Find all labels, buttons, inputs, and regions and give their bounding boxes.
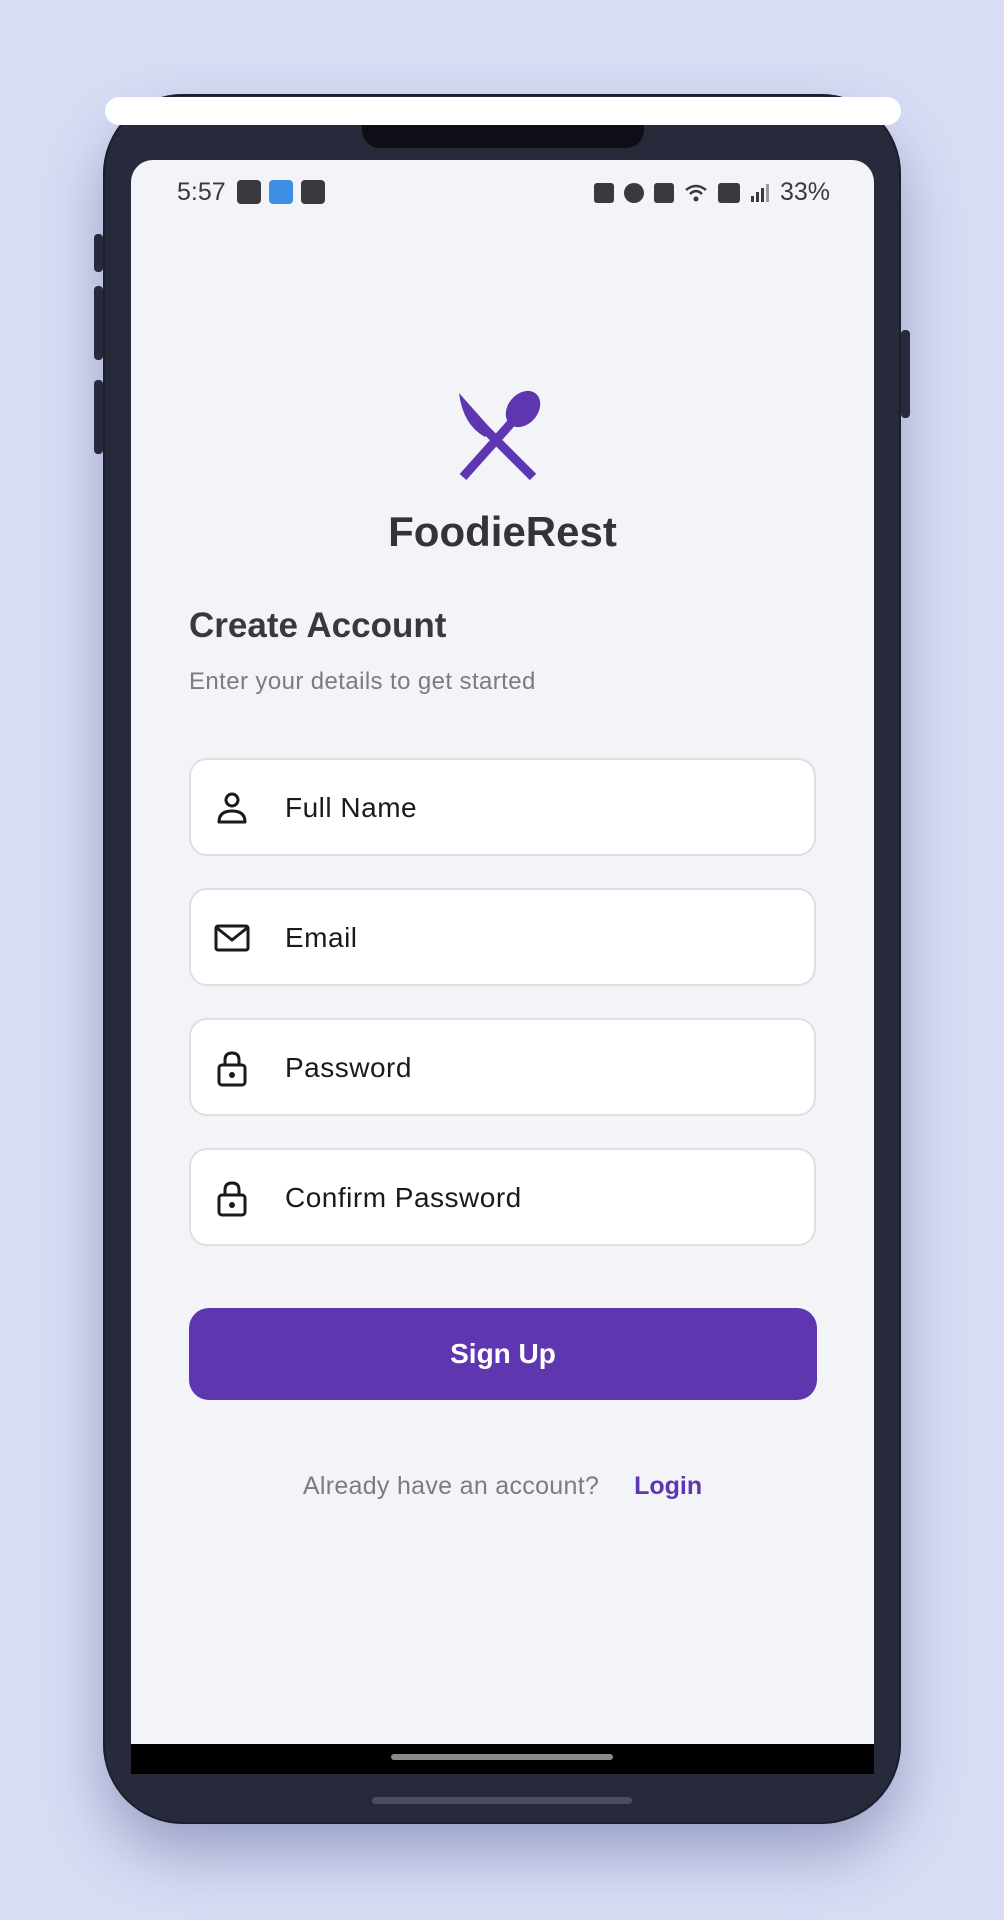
- sign-up-button[interactable]: Sign Up: [189, 1308, 817, 1400]
- full-name-input[interactable]: [283, 760, 787, 856]
- full-name-field[interactable]: [189, 758, 816, 856]
- app-icon: [269, 180, 293, 204]
- top-bezel-highlight: [105, 97, 901, 125]
- wifi-icon: [685, 184, 707, 201]
- password-input[interactable]: [283, 1020, 787, 1116]
- volume-up-button: [94, 286, 103, 360]
- page-subtitle: Enter your details to get started: [189, 668, 536, 695]
- person-icon: [217, 792, 247, 824]
- mail-icon: [214, 924, 250, 952]
- login-prompt: Already have an account? Login: [131, 1472, 874, 1501]
- image-icon: [237, 180, 261, 204]
- confirm-password-field[interactable]: [189, 1148, 816, 1246]
- status-bar: 5:57 33%: [131, 160, 874, 226]
- system-nav-bar: [131, 1744, 874, 1774]
- side-button: [94, 234, 103, 272]
- password-field[interactable]: [189, 1018, 816, 1116]
- power-button: [901, 330, 910, 418]
- battery-saver-icon: [593, 182, 614, 203]
- phone-home-indicator: [372, 1797, 632, 1804]
- alarm-icon: [623, 182, 644, 203]
- checkbox-icon: [301, 180, 325, 204]
- volte-icon: [717, 182, 740, 203]
- email-field[interactable]: [189, 888, 816, 986]
- fork-spoon-icon: [459, 390, 541, 481]
- lock-icon: [217, 1181, 247, 1217]
- app-screen: 5:57 33% FoodieRest Create Account Enter…: [131, 160, 874, 1774]
- battery-percent: 33%: [779, 178, 830, 206]
- lock-icon: [217, 1051, 247, 1087]
- status-right-icons: 33%: [593, 178, 830, 207]
- email-input[interactable]: [283, 890, 787, 986]
- signal-icon: [750, 183, 769, 202]
- login-link[interactable]: Login: [634, 1472, 702, 1500]
- status-left-icons: [237, 180, 325, 204]
- mute-icon: [653, 182, 674, 203]
- login-question: Already have an account?: [302, 1472, 600, 1500]
- page-title: Create Account: [189, 606, 447, 645]
- app-name: FoodieRest: [388, 508, 617, 555]
- volume-down-button: [94, 380, 103, 454]
- gesture-handle[interactable]: [391, 1754, 613, 1760]
- confirm-password-input[interactable]: [283, 1150, 787, 1246]
- status-time: 5:57: [177, 178, 226, 206]
